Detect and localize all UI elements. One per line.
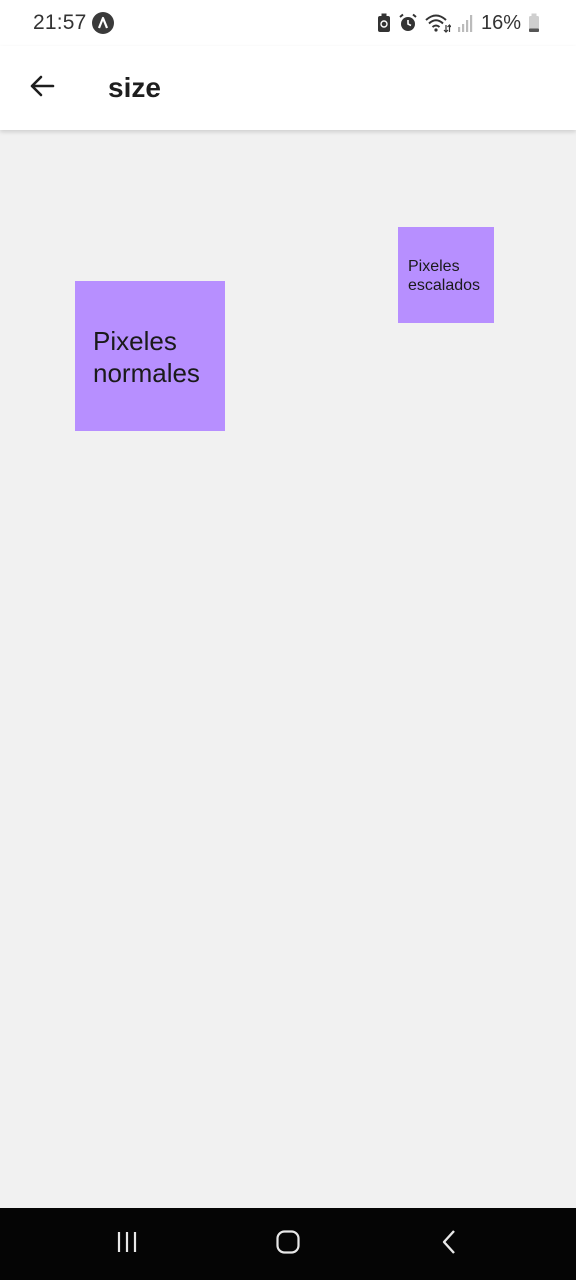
- battery-icon: [528, 13, 540, 33]
- status-icons: 16%: [377, 10, 540, 36]
- scaled-pixels-box: Pixeles escalados: [398, 227, 494, 323]
- normal-box-label-line2: normales: [93, 358, 200, 388]
- battery-saver-icon: [377, 13, 391, 33]
- alarm-icon: [398, 13, 418, 33]
- back-button[interactable]: [22, 68, 62, 108]
- app-bar: size: [0, 46, 576, 130]
- home-button[interactable]: [268, 1224, 308, 1264]
- home-icon: [275, 1229, 301, 1260]
- battery-percent: 16%: [480, 11, 521, 34]
- status-time: 21:57: [33, 11, 87, 34]
- page-title: size: [108, 72, 161, 103]
- back-icon: [437, 1229, 463, 1260]
- status-bar: 21:57 16%: [0, 0, 576, 46]
- scaled-box-label-line2: escalados: [408, 277, 481, 294]
- normal-pixels-box: Pixeles normales: [75, 281, 225, 431]
- arrow-back-icon: [28, 72, 56, 105]
- recents-icon: [114, 1229, 140, 1260]
- normal-box-label-line1: Pixeles: [93, 326, 177, 356]
- system-navigation-bar: [0, 1208, 576, 1280]
- scaled-box-label-line1: Pixeles: [408, 258, 460, 275]
- app-notification-icon: [92, 12, 114, 34]
- system-back-button[interactable]: [430, 1224, 470, 1264]
- signal-icon: [457, 14, 474, 32]
- wifi-icon: [425, 13, 451, 33]
- content-area: Pixeles normales Pixeles escalados: [0, 130, 576, 1208]
- recents-button[interactable]: [107, 1224, 147, 1264]
